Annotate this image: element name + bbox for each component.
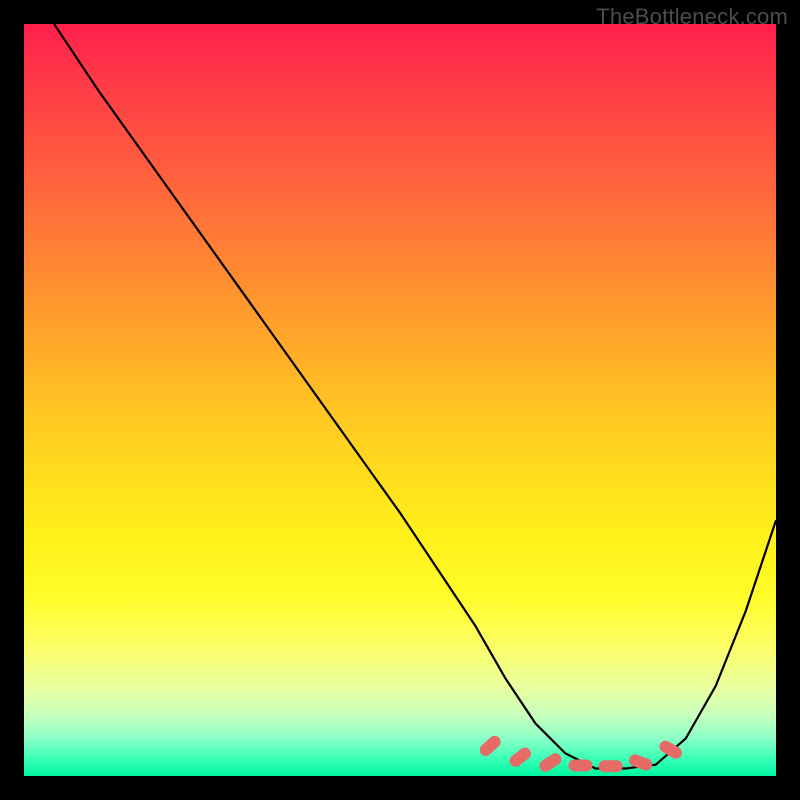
- optimal-marker: [569, 760, 593, 772]
- chart-svg: [24, 24, 776, 776]
- optimal-marker: [657, 739, 684, 761]
- optimal-range-markers: [477, 733, 684, 774]
- optimal-marker: [537, 751, 564, 774]
- optimal-marker: [599, 760, 623, 772]
- optimal-marker: [477, 733, 503, 758]
- optimal-marker: [507, 745, 533, 769]
- bottleneck-curve-path: [54, 24, 776, 769]
- optimal-marker: [627, 753, 654, 772]
